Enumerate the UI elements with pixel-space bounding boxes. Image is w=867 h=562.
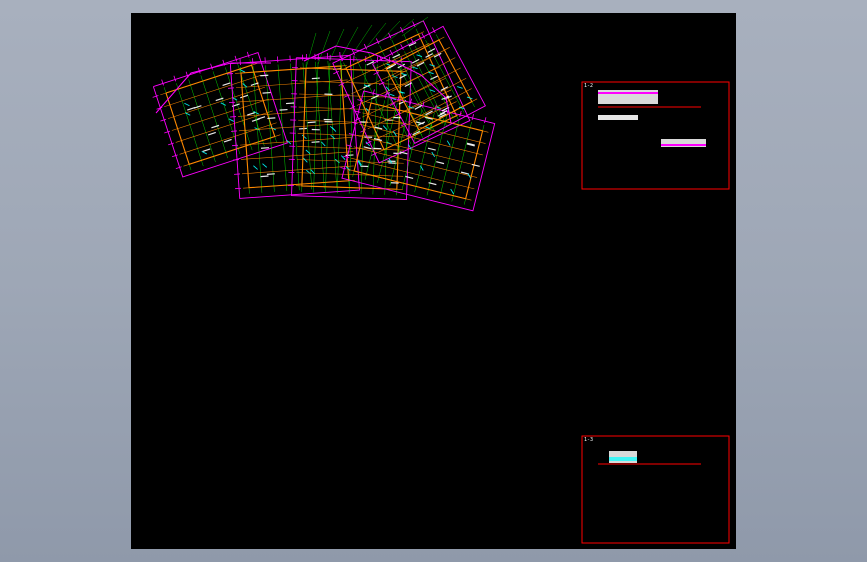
title-block-2-tag: 1-3 <box>584 437 593 443</box>
floor-plan <box>153 17 495 211</box>
cad-drawing <box>131 13 736 549</box>
title-block-1-tag: 1-2 <box>584 83 593 89</box>
title-block-frame-2 <box>582 436 729 543</box>
title-block-2-marks <box>609 451 637 463</box>
title-block-1-marks <box>598 90 706 147</box>
drawing-canvas[interactable]: 1-2 1-3 <box>131 13 736 549</box>
